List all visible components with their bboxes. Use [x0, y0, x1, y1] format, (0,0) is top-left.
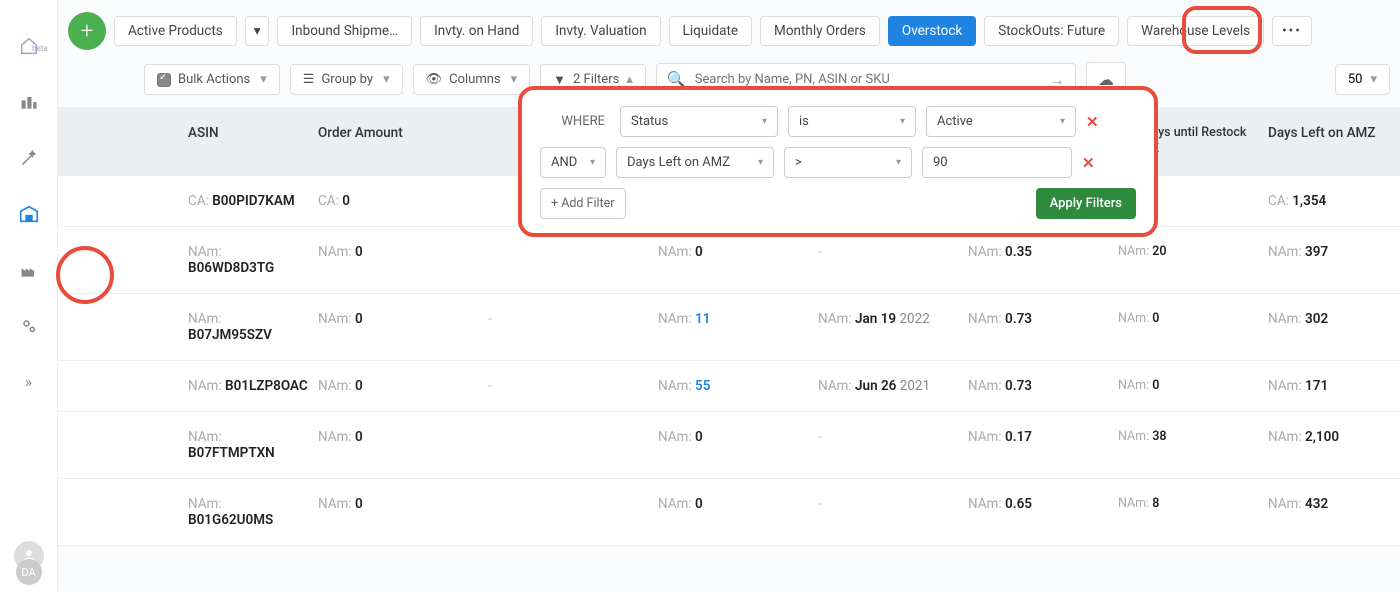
tab-monthly[interactable]: Monthly Orders [760, 16, 880, 46]
warehouse-icon[interactable] [17, 202, 41, 226]
table-row[interactable]: NAm: B01LZP8OACNAm: 0-NAm: 55NAm: Jun 26… [58, 361, 1400, 412]
table-row[interactable]: NAm: B07JM95SZVNAm: 0-NAm: 11NAm: Jan 19… [58, 294, 1400, 361]
tab-inbound[interactable]: Inbound Shipme… [277, 16, 412, 46]
tab-invty-hand[interactable]: Invty. on Hand [420, 16, 533, 46]
add-button[interactable]: + [68, 12, 106, 50]
col-days-left[interactable]: Days Left on AMZ [1268, 125, 1400, 158]
filter-value-2[interactable]: 90 [922, 147, 1072, 178]
settings-icon[interactable] [17, 314, 41, 338]
tab-liquidate[interactable]: Liquidate [669, 16, 752, 46]
bulk-actions[interactable]: Bulk Actions [144, 64, 280, 95]
tab-active-products[interactable]: Active Products [114, 16, 237, 46]
filter-panel: WHERE Status▾ is▾ Active▾ ✕ AND▾ Days Le… [518, 86, 1158, 237]
add-filter-button[interactable]: + Add Filter [540, 188, 626, 219]
wand-icon[interactable] [17, 146, 41, 170]
filter-value-1[interactable]: Active▾ [926, 106, 1076, 137]
filter-field-2[interactable]: Days Left on AMZ▾ [616, 147, 774, 178]
expand-icon[interactable]: » [17, 370, 41, 394]
tab-active-products-caret[interactable]: ▾ [245, 16, 270, 46]
castle-icon[interactable] [17, 90, 41, 114]
remove-filter-1[interactable]: ✕ [1086, 113, 1099, 131]
table-row[interactable]: NAm: B07FTMPTXNNAm: 0NAm: 0-NAm: 0.17NAm… [58, 412, 1400, 479]
highlight-ring-side [56, 246, 114, 304]
highlight-ring-top [1182, 6, 1262, 54]
rows-per-page[interactable]: 50▾ [1335, 64, 1390, 95]
layers-icon: ☰ [303, 72, 315, 87]
where-label: WHERE [540, 114, 610, 129]
filter-field-1[interactable]: Status▾ [620, 106, 778, 137]
table-row[interactable]: NAm: B01G62U0MSNAm: 0NAm: 0-NAm: 0.65NAm… [58, 479, 1400, 546]
tab-more[interactable]: ••• [1272, 16, 1312, 46]
columns[interactable]: 👁Columns [413, 64, 531, 95]
beta-badge: beta [32, 44, 48, 53]
col-asin[interactable]: ASIN [118, 125, 318, 158]
remove-filter-2[interactable]: ✕ [1082, 154, 1095, 172]
factory-icon[interactable] [17, 258, 41, 282]
group-by[interactable]: ☰Group by [290, 64, 403, 95]
col-order-amount[interactable]: Order Amount [318, 125, 488, 158]
avatar-user[interactable]: DA [16, 559, 42, 585]
search-input[interactable] [695, 72, 1041, 87]
side-navigation: beta » DA [0, 0, 58, 591]
filter-conj[interactable]: AND▾ [540, 147, 606, 178]
tab-overstock[interactable]: Overstock [888, 16, 976, 46]
eye-off-icon: 👁 [426, 72, 443, 87]
tab-invty-val[interactable]: Invty. Valuation [541, 16, 660, 46]
filter-op-2[interactable]: >▾ [784, 147, 912, 178]
filter-op-1[interactable]: is▾ [788, 106, 916, 137]
apply-filters-button[interactable]: Apply Filters [1036, 188, 1136, 219]
tab-stockouts[interactable]: StockOuts: Future [984, 16, 1119, 46]
main-area: + Active Products ▾ Inbound Shipme… Invt… [58, 0, 1400, 591]
